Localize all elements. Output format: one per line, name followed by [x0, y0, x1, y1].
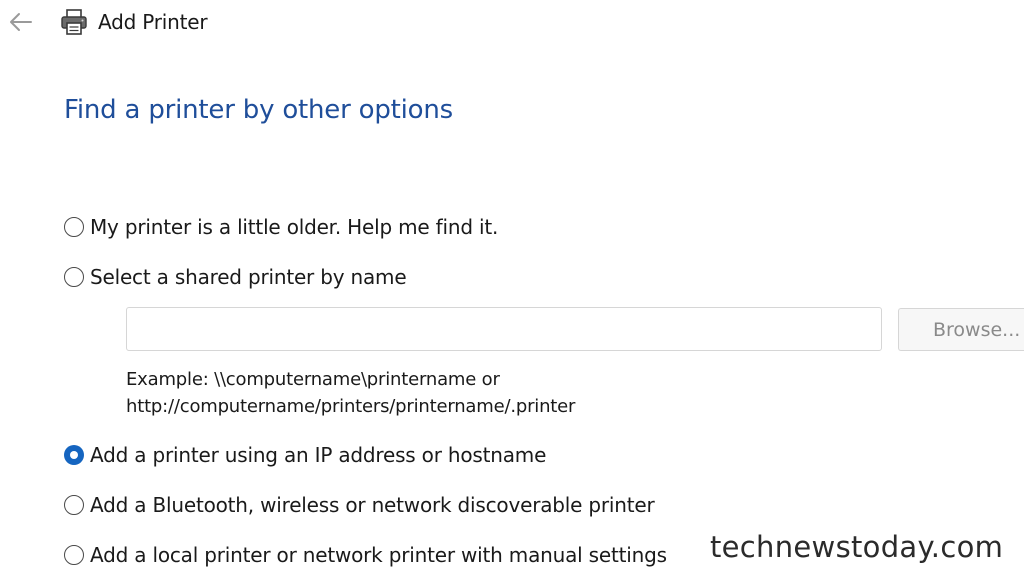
- example-line-2: http://computername/printers/printername…: [126, 396, 576, 417]
- arrow-left-icon: [10, 13, 32, 31]
- option-label: My printer is a little older. Help me fi…: [90, 215, 499, 239]
- option-label: Add a local printer or network printer w…: [90, 543, 667, 567]
- titlebar: Add Printer: [0, 0, 1024, 44]
- option-shared-printer[interactable]: Select a shared printer by name: [64, 265, 407, 289]
- page-heading: Find a printer by other options: [64, 95, 454, 125]
- radio-button[interactable]: [64, 267, 84, 287]
- option-older-printer[interactable]: My printer is a little older. Help me fi…: [64, 215, 498, 239]
- option-bluetooth-wireless[interactable]: Add a Bluetooth, wireless or network dis…: [64, 493, 655, 517]
- option-label: Add a Bluetooth, wireless or network dis…: [90, 493, 655, 517]
- example-text: Example: \\computername\printername or h…: [126, 366, 575, 420]
- option-label: Select a shared printer by name: [90, 265, 407, 289]
- example-line-1: Example: \\computername\printername or: [126, 369, 500, 390]
- option-ip-address[interactable]: Add a printer using an IP address or hos…: [64, 443, 546, 467]
- option-local-manual[interactable]: Add a local printer or network printer w…: [64, 543, 667, 567]
- add-printer-window: Add Printer Find a printer by other opti…: [0, 0, 1024, 576]
- browse-button[interactable]: Browse...: [898, 308, 1024, 351]
- shared-printer-name-input[interactable]: [126, 307, 882, 351]
- watermark: technewstoday.com: [710, 530, 1004, 564]
- printer-icon: [61, 9, 87, 35]
- radio-button-selected[interactable]: [64, 445, 84, 465]
- radio-button[interactable]: [64, 217, 84, 237]
- radio-button[interactable]: [64, 545, 84, 565]
- radio-button[interactable]: [64, 495, 84, 515]
- option-label: Add a printer using an IP address or hos…: [90, 443, 547, 467]
- window-title: Add Printer: [98, 10, 208, 34]
- back-button[interactable]: [6, 8, 36, 36]
